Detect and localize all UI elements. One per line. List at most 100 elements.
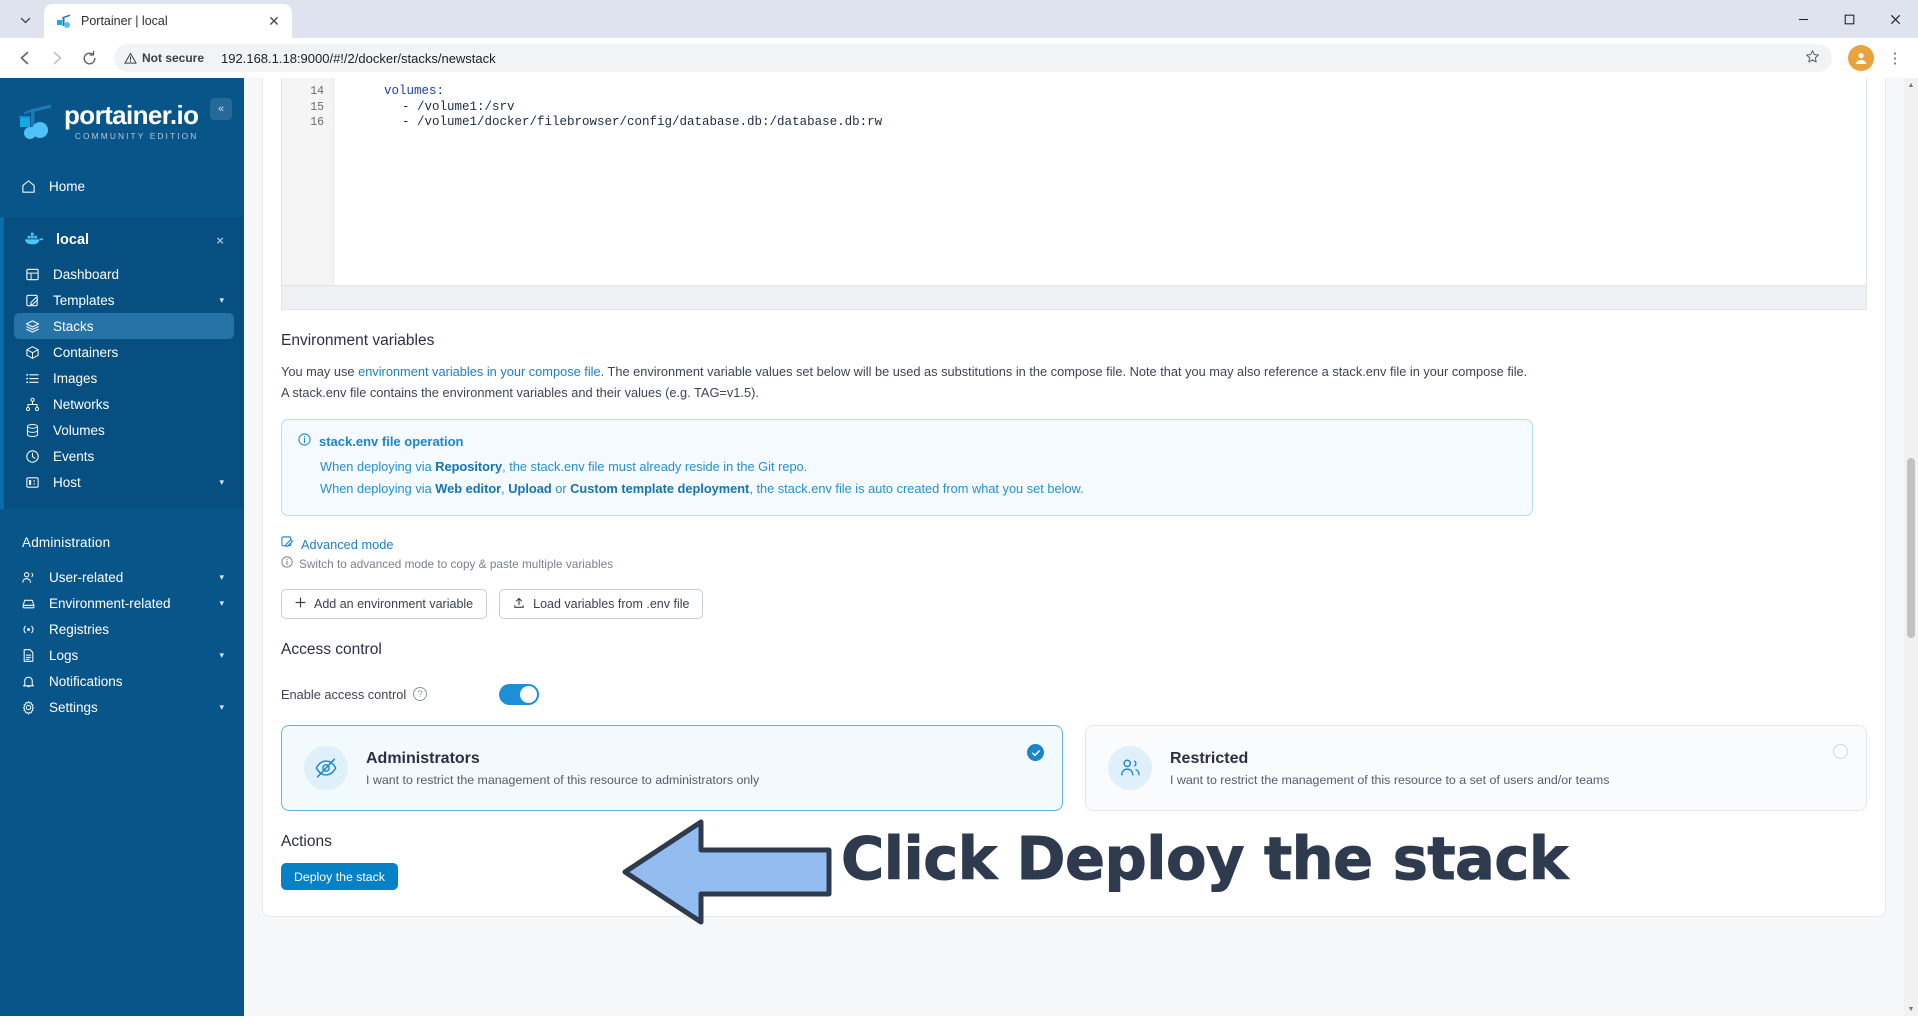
bookmark-star-icon[interactable] bbox=[1805, 49, 1820, 67]
sidebar-item-logs[interactable]: Logs ▾ bbox=[10, 642, 234, 668]
events-clock-icon bbox=[24, 449, 41, 464]
chevron-down-icon[interactable]: ▾ bbox=[219, 295, 224, 306]
load-variables-from-env-file-button[interactable]: Load variables from .env file bbox=[499, 589, 704, 620]
sidebar-item-label: Notifications bbox=[49, 673, 123, 689]
env-variable-buttons: Add an environment variable Load variabl… bbox=[281, 589, 1867, 620]
arrow-right-icon bbox=[53, 51, 62, 65]
scroll-down-arrow-icon[interactable]: ▼ bbox=[1904, 1002, 1918, 1016]
stacks-icon bbox=[24, 319, 41, 334]
editor-line-numbers: 14 15 16 bbox=[282, 78, 334, 285]
infobox-title-row: stack.env file operation bbox=[298, 433, 1516, 449]
sidebar-item-home[interactable]: Home bbox=[10, 173, 234, 199]
logo-subtitle: COMMUNITY EDITION bbox=[74, 131, 199, 141]
back-button[interactable] bbox=[10, 43, 40, 73]
sidebar-item-stacks[interactable]: Stacks bbox=[14, 313, 234, 339]
upload-icon bbox=[513, 597, 525, 612]
sidebar-item-host[interactable]: Host ▾ bbox=[14, 469, 234, 495]
host-icon bbox=[24, 475, 41, 490]
templates-icon bbox=[24, 293, 41, 308]
sidebar-item-volumes[interactable]: Volumes bbox=[14, 417, 234, 443]
sidebar-item-label: Logs bbox=[49, 647, 79, 663]
sidebar-item-label: Stacks bbox=[53, 318, 94, 334]
sidebar-logo[interactable]: portainer.io COMMUNITY EDITION « bbox=[0, 78, 244, 151]
question-circle-icon[interactable]: ? bbox=[413, 687, 428, 702]
access-option-restricted[interactable]: Restricted I want to restrict the manage… bbox=[1085, 725, 1867, 812]
sidebar-item-notifications[interactable]: Notifications bbox=[10, 668, 234, 694]
sidebar-item-events[interactable]: Events bbox=[14, 443, 234, 469]
chevron-down-icon[interactable]: ▾ bbox=[219, 598, 224, 609]
code-line: - /volume1:/srv bbox=[402, 99, 515, 114]
sidebar-item-environment-related[interactable]: Environment-related ▾ bbox=[10, 590, 234, 616]
sidebar-environment-group: local × Dashboard Templates ▾ Stacks Con… bbox=[0, 217, 244, 509]
chevron-down-icon bbox=[20, 17, 30, 23]
access-option-description: I want to restrict the management of thi… bbox=[1170, 772, 1610, 787]
window-maximize-button[interactable] bbox=[1826, 0, 1872, 38]
infobox-body: When deploying via Repository, the stack… bbox=[298, 456, 1516, 500]
editor-code-area[interactable]: volumes: - /volume1:/srv - /volume1/dock… bbox=[334, 78, 1866, 285]
access-option-title: Administrators bbox=[366, 749, 480, 767]
main-scrollbar[interactable]: ▲ ▼ bbox=[1904, 78, 1918, 1016]
docker-whale-icon bbox=[24, 231, 44, 250]
enable-access-control-toggle[interactable] bbox=[499, 683, 539, 705]
browser-menu-button[interactable]: ⋮ bbox=[1882, 49, 1908, 67]
advanced-mode-hint-label: Switch to advanced mode to copy & paste … bbox=[299, 556, 614, 571]
add-environment-variable-button[interactable]: Add an environment variable bbox=[281, 589, 488, 620]
deploy-the-stack-button[interactable]: Deploy the stack bbox=[281, 863, 398, 891]
sidebar-environment-header[interactable]: local × bbox=[14, 225, 234, 255]
tab-search-button[interactable] bbox=[8, 5, 42, 35]
sidebar-item-images[interactable]: Images bbox=[14, 365, 234, 391]
stack-env-infobox: stack.env file operation When deploying … bbox=[281, 419, 1533, 517]
access-control-section: Access control Enable access control ? A… bbox=[262, 619, 1886, 812]
volumes-icon bbox=[24, 423, 41, 438]
tab-close-icon[interactable]: ✕ bbox=[264, 11, 284, 31]
dashboard-icon bbox=[24, 267, 41, 282]
reload-icon bbox=[83, 50, 95, 64]
sidebar-item-user-related[interactable]: User-related ▾ bbox=[10, 564, 234, 590]
logs-icon bbox=[20, 648, 37, 663]
chevron-down-icon[interactable]: ▾ bbox=[219, 650, 224, 661]
logo-title: portainer.io bbox=[64, 100, 199, 130]
line2-bold-1: Web editor bbox=[435, 481, 502, 497]
forward-button[interactable] bbox=[42, 43, 72, 73]
line2-pre: When deploying via bbox=[320, 481, 436, 497]
advanced-mode-toggle[interactable]: Advanced mode bbox=[281, 536, 1867, 552]
sidebar-item-networks[interactable]: Networks bbox=[14, 391, 234, 417]
line2-bold-3: Custom template deployment bbox=[570, 481, 750, 497]
sidebar-item-registries[interactable]: Registries bbox=[10, 616, 234, 642]
access-option-administrators[interactable]: Administrators I want to restrict the ma… bbox=[281, 725, 1063, 812]
scroll-up-arrow-icon[interactable]: ▲ bbox=[1904, 78, 1918, 92]
sidebar-item-label: Environment-related bbox=[49, 595, 171, 611]
sidebar-environment-clear-icon[interactable]: × bbox=[216, 233, 224, 248]
sidebar-item-settings[interactable]: Settings ▾ bbox=[10, 694, 234, 720]
edit-pencil-icon bbox=[281, 536, 294, 552]
infobox-line-1: When deploying via Repository, the stack… bbox=[298, 456, 1516, 478]
window-minimize-button[interactable] bbox=[1780, 0, 1826, 38]
sidebar-item-containers[interactable]: Containers bbox=[14, 339, 234, 365]
security-label: Not secure bbox=[142, 51, 205, 65]
sidebar-item-dashboard[interactable]: Dashboard bbox=[14, 261, 234, 287]
chevron-down-icon[interactable]: ▾ bbox=[219, 572, 224, 583]
reload-button[interactable] bbox=[74, 43, 104, 73]
browser-tab[interactable]: Portainer | local ✕ bbox=[44, 4, 292, 38]
browser-chrome: Portainer | local ✕ Not secure 192.168.1… bbox=[0, 0, 1918, 78]
chevron-down-icon[interactable]: ▾ bbox=[219, 702, 224, 713]
window-close-button[interactable] bbox=[1872, 0, 1918, 38]
compose-editor[interactable]: 14 15 16 volumes: - /volume1:/srv - /vol… bbox=[281, 78, 1867, 286]
scrollbar-thumb[interactable] bbox=[1907, 458, 1915, 638]
sidebar-collapse-button[interactable]: « bbox=[210, 98, 232, 120]
address-bar[interactable]: Not secure 192.168.1.18:9000/#!/2/docker… bbox=[114, 44, 1832, 72]
bell-icon bbox=[20, 674, 37, 689]
compose-editor-wrapper: 14 15 16 volumes: - /volume1:/srv - /vol… bbox=[262, 78, 1886, 310]
sidebar-item-templates[interactable]: Templates ▾ bbox=[14, 287, 234, 313]
registries-icon bbox=[20, 622, 37, 637]
compose-env-vars-link[interactable]: environment variables in your compose fi… bbox=[358, 364, 601, 379]
gear-icon bbox=[20, 700, 37, 715]
line2-bold-2: Upload bbox=[508, 481, 552, 497]
chevron-down-icon[interactable]: ▾ bbox=[219, 477, 224, 488]
close-icon bbox=[1890, 14, 1900, 24]
profile-avatar[interactable] bbox=[1848, 45, 1874, 71]
code-line: volumes: bbox=[384, 84, 445, 98]
radio-empty-icon[interactable] bbox=[1833, 744, 1848, 760]
window-controls bbox=[1780, 0, 1918, 38]
security-indicator[interactable]: Not secure bbox=[124, 51, 213, 65]
